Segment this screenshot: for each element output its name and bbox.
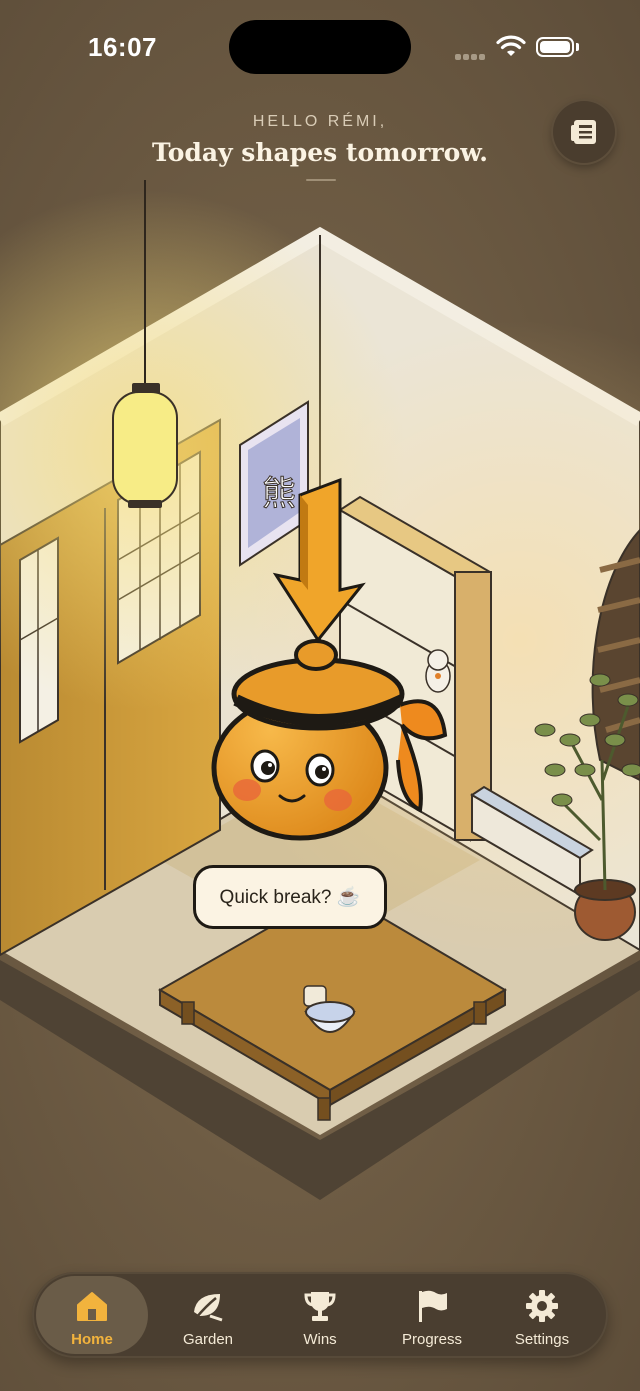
- wifi-icon: [496, 35, 526, 56]
- svg-text:熊: 熊: [262, 474, 296, 514]
- tab-settings[interactable]: Settings: [486, 1276, 598, 1354]
- tab-bar: Home Garden Wins Progress Settings: [32, 1272, 608, 1358]
- dynamic-island: [229, 20, 411, 74]
- battery-nub: [576, 43, 579, 51]
- page-title: Today shapes tomorrow.: [151, 138, 488, 167]
- lucky-cat-figurine: [425, 649, 451, 693]
- room-scene: 熊: [0, 180, 640, 1220]
- paper-lantern: [112, 383, 178, 508]
- status-bar: 16:07: [0, 0, 640, 92]
- tab-wins[interactable]: Wins: [264, 1276, 376, 1354]
- tab-wins-label: Wins: [303, 1331, 337, 1348]
- speech-bubble[interactable]: Quick break? ☕: [193, 865, 387, 929]
- tab-garden[interactable]: Garden: [152, 1276, 264, 1354]
- leaf-icon: [194, 1294, 223, 1322]
- cellular-signal-icon: [455, 47, 487, 60]
- battery-icon: [536, 37, 574, 57]
- status-time: 16:07: [88, 32, 157, 62]
- tab-garden-label: Garden: [182, 1331, 234, 1348]
- greeting: HELLO RÉMI,: [252, 113, 388, 130]
- gear-icon: [526, 1290, 558, 1322]
- trophy-icon: [304, 1292, 336, 1321]
- journal-button[interactable]: [553, 101, 615, 163]
- tab-settings-label: Settings: [514, 1331, 570, 1348]
- tab-progress-label: Progress: [401, 1331, 463, 1348]
- journal-icon: [571, 120, 596, 144]
- tab-progress[interactable]: Progress: [376, 1276, 488, 1354]
- tab-home[interactable]: Home: [36, 1276, 148, 1354]
- home-icon: [77, 1292, 107, 1321]
- tab-home-label: Home: [71, 1331, 113, 1348]
- flag-icon: [419, 1290, 447, 1322]
